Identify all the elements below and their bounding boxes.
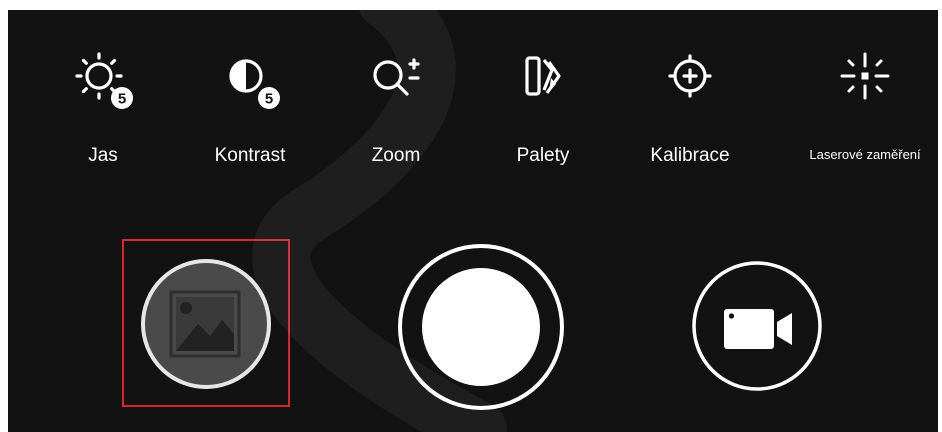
shutter-button[interactable] — [396, 242, 566, 412]
laser-aim-tool[interactable]: Laserové zaměření — [795, 46, 935, 186]
zoom-label: Zoom — [371, 145, 421, 166]
video-camera-icon — [724, 309, 792, 349]
brightness-label: Jas — [88, 145, 118, 166]
palette-label: Palety — [516, 145, 570, 166]
video-button[interactable] — [691, 260, 823, 392]
brightness-tool[interactable]: 5 Jas — [33, 46, 173, 186]
palette-icon — [507, 46, 579, 118]
calibration-label: Kalibrace — [650, 145, 730, 166]
laser-aim-icon — [829, 46, 901, 118]
settings-toolbar: 5 Jas 5 Kontrast Zoom Palety Kalibrace L… — [8, 10, 938, 210]
contrast-tool[interactable]: 5 Kontrast — [180, 46, 320, 186]
zoom-icon — [360, 46, 432, 118]
shutter-icon — [398, 244, 564, 410]
gallery-image-icon — [169, 290, 241, 358]
calibration-tool[interactable]: Kalibrace — [620, 46, 760, 186]
svg-text:5: 5 — [265, 91, 273, 108]
contrast-label: Kontrast — [214, 145, 286, 166]
brightness-icon: 5 — [67, 46, 139, 118]
palette-tool[interactable]: Palety — [473, 46, 613, 186]
calibration-crosshair-icon — [654, 46, 726, 118]
camera-control-screen: 5 Jas 5 Kontrast Zoom Palety Kalibrace L… — [8, 10, 938, 432]
zoom-tool[interactable]: Zoom — [326, 46, 466, 186]
gallery-button[interactable] — [140, 258, 272, 390]
contrast-icon: 5 — [214, 46, 286, 118]
laser-aim-label: Laserové zaměření — [809, 147, 921, 162]
svg-text:5: 5 — [118, 91, 126, 108]
